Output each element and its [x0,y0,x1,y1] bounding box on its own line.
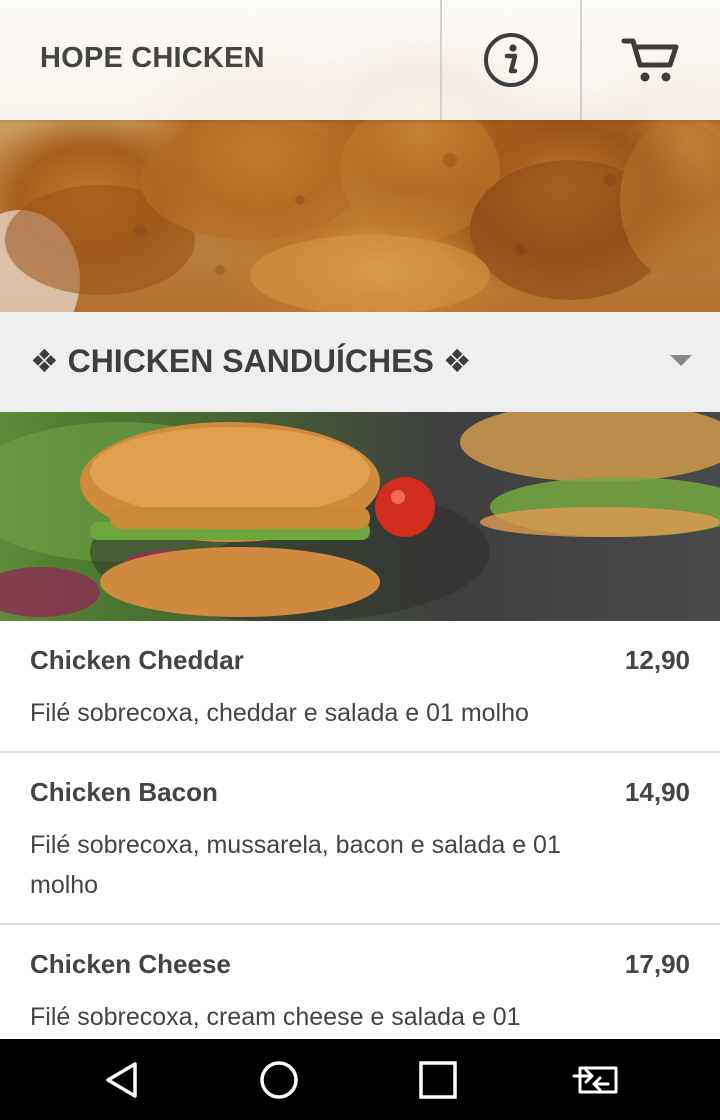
item-name: Chicken Bacon [30,777,218,807]
item-price: 17,90 [624,949,690,979]
info-icon [484,33,538,87]
item-description: Filé sobrecoxa, cream cheese e salada e … [30,1003,521,1031]
menu-item[interactable]: Chicken Bacon 14,90 Filé sobrecoxa, muss… [0,753,720,925]
item-name: Chicken Cheese [30,949,231,979]
item-description: Filé sobrecoxa, mussarela, bacon e salad… [30,831,561,899]
screen-switch-icon [572,1066,618,1093]
menu-item[interactable]: Chicken Cheddar 12,90 Filé sobrecoxa, ch… [0,621,720,753]
chicken-sandwich-photo [0,412,720,621]
screen-switch-button[interactable] [537,1039,657,1120]
back-icon [106,1061,137,1098]
home-button[interactable] [219,1039,339,1120]
chevron-down-icon [670,355,692,366]
top-app-bar: HOPE CHICKEN [0,0,720,120]
system-navigation-bar [0,1039,720,1120]
menu-list: Chicken Cheddar 12,90 Filé sobrecoxa, ch… [0,621,720,1065]
item-description: Filé sobrecoxa, cheddar e salada e 01 mo… [30,699,529,727]
home-icon [260,1060,298,1099]
info-button[interactable] [442,0,580,120]
back-button[interactable] [62,1039,182,1120]
category-header-chicken-sanduiches[interactable]: ❖ CHICKEN SANDUÍCHES ❖ [0,312,720,412]
item-price: 14,90 [624,777,690,807]
item-price: 12,90 [624,645,690,675]
sandwich-illustration [0,412,720,621]
item-name: Chicken Cheddar [30,645,244,675]
cart-icon [621,38,679,82]
cart-button[interactable] [582,0,720,120]
app-title: HOPE CHICKEN [40,42,265,74]
category-title: ❖ CHICKEN SANDUÍCHES ❖ [30,343,472,379]
recents-icon [419,1060,457,1099]
recents-button[interactable] [378,1039,498,1120]
